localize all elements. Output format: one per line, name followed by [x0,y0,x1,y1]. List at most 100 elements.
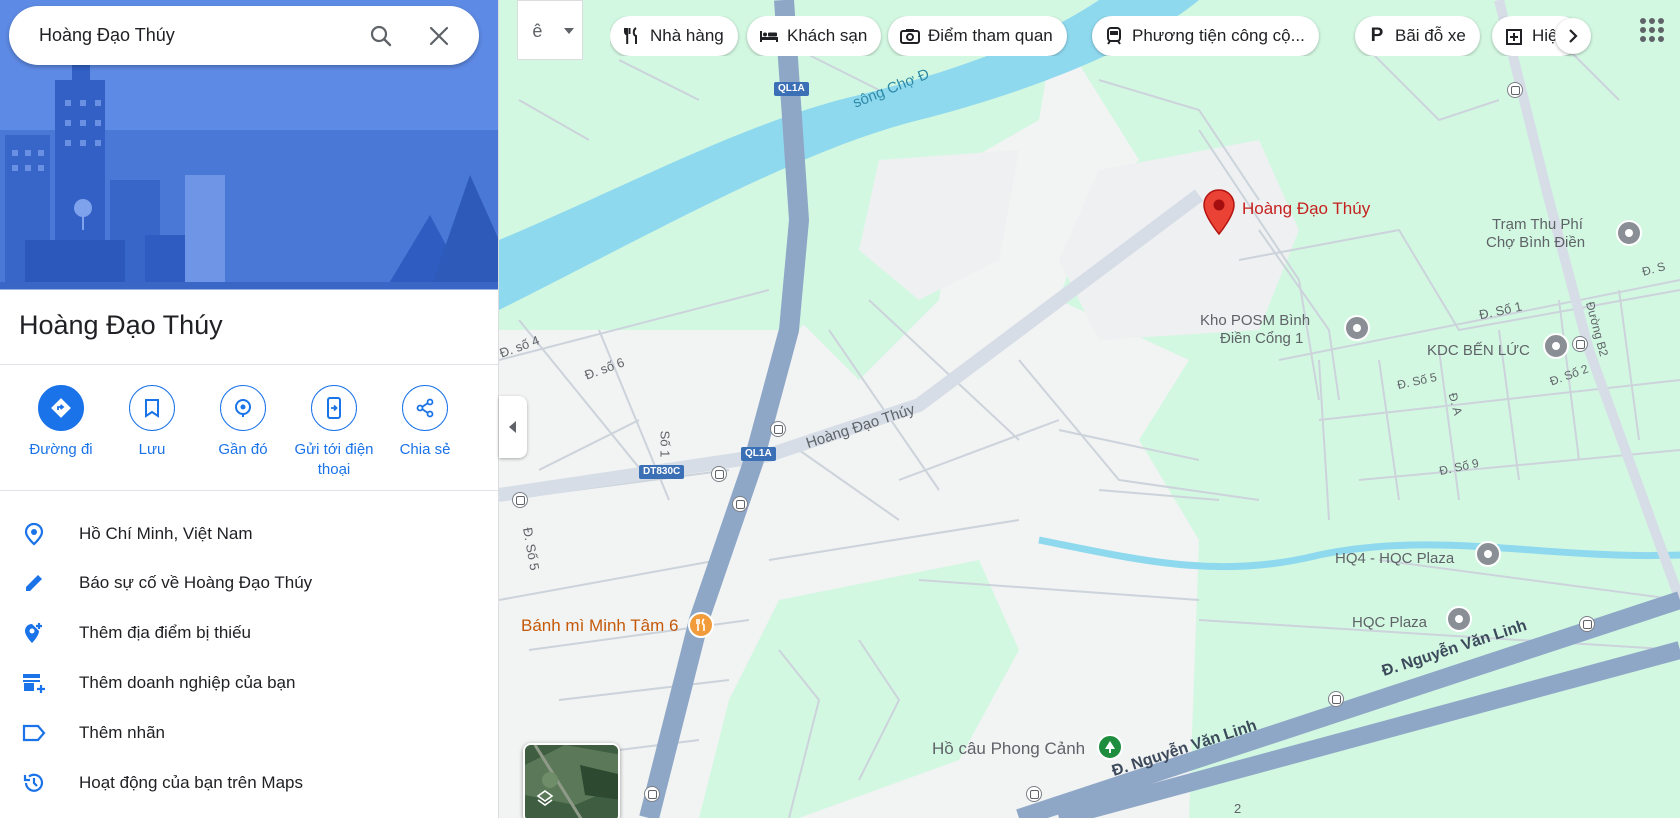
chip-transit[interactable]: Phương tiện công cộ... [1092,16,1319,56]
pin-label: Hoàng Đạo Thúy [1242,199,1371,218]
bus-stop-icon[interactable] [1507,82,1523,98]
layers-button[interactable] [523,743,620,818]
send-to-phone-button[interactable]: Gửi tới điện thoại [284,385,384,480]
chip-attractions[interactable]: Điểm tham quan [888,16,1067,56]
caret-left-icon [509,421,516,433]
highway-shield: QL1A [774,82,809,96]
chip-label: Nhà hàng [650,26,724,45]
chip-label: Phương tiện công cộ... [1132,26,1305,45]
poi-tram-label-line1: Trạm Thu Phí [1492,216,1583,233]
address-row[interactable]: Hồ Chí Minh, Việt Nam [0,514,498,554]
save-button[interactable]: Lưu [102,385,202,460]
share-icon [402,385,448,431]
poi-hqc-label: HQC Plaza [1352,614,1428,631]
search-icon[interactable] [366,21,396,51]
chip-hotels[interactable]: Khách sạn [747,16,882,56]
parking-icon: P [1370,25,1384,46]
restaurant-icon [622,26,642,46]
poi-marker-icon[interactable] [1616,220,1642,246]
chip-label: Điểm tham quan [928,26,1053,45]
bus-stop-icon[interactable] [512,492,528,508]
search-input[interactable] [39,25,359,46]
bus-stop-icon[interactable] [770,421,786,437]
poi-marker-icon[interactable] [1543,333,1569,359]
chip-label: Bãi đỗ xe [1395,26,1466,45]
location-pin-marker[interactable] [1202,188,1236,236]
park-marker-icon[interactable] [1097,734,1123,760]
input-tools-label: ê [532,20,543,41]
transit-icon [1104,26,1124,46]
save-label: Lưu [138,441,166,458]
satellite-thumbnail [525,745,618,818]
bus-stop-icon[interactable] [1572,336,1588,352]
nearby-label: Gần đó [218,441,268,458]
camera-icon [900,26,920,46]
place-panel: Hoàng Đạo Thúy Đường đi Lưu Gần đó Gửi t… [0,0,499,818]
directions-button[interactable]: Đường đi [11,385,111,460]
road-label-so1: Số 1 [657,430,673,458]
add-label-row[interactable]: Thêm nhãn [0,713,498,753]
poi-marker-icon[interactable] [1475,541,1501,567]
input-tools[interactable]: ê [517,0,583,60]
highway-shield: DT830C [639,465,685,479]
poi-tram-label-line2: Chợ Bình Điền [1486,234,1586,251]
poi-kho-label-line2: Điền Cổng 1 [1220,330,1304,347]
phone-icon [311,385,357,431]
activity-row[interactable]: Hoạt động của bạn trên Maps [0,763,498,803]
bus-stop-icon[interactable] [711,466,727,482]
map-base [499,0,1680,818]
poi-kho-label-line1: Kho POSM Bình [1200,312,1311,329]
divider [0,364,498,365]
divider [0,490,498,491]
poi-marker-icon[interactable] [1446,606,1472,632]
directions-icon [38,385,84,431]
bus-stop-icon[interactable] [644,786,660,802]
bus-stop-icon[interactable] [1328,691,1344,707]
location-pin-icon [20,520,48,548]
history-icon [20,769,48,797]
collapse-panel-button[interactable] [499,396,527,458]
nearby-icon [220,385,266,431]
category-chips: Nhà hàng Khách sạn Điểm tham quan Phương… [610,16,1605,56]
google-apps-button[interactable] [1636,14,1668,46]
chip-label: Khách sạn [787,26,868,45]
add-label-text: Thêm nhãn [79,723,165,742]
apps-grid-icon [1640,18,1664,42]
bus-stop-icon[interactable] [1026,786,1042,802]
add-missing-place-row[interactable]: Thêm địa điểm bị thiếu [0,613,498,653]
poi-marker-icon[interactable] [1344,315,1370,341]
chevron-down-icon[interactable] [557,1,582,61]
poi-banhmi-label: Bánh mì Minh Tâm 6 [521,616,679,635]
share-label: Chia sẻ [399,441,451,458]
activity-text: Hoạt động của bạn trên Maps [79,773,303,792]
report-issue-row[interactable]: Báo sự cố về Hoàng Đạo Thúy [0,563,498,603]
bookmark-icon [129,385,175,431]
page-title: Hoàng Đạo Thúy [19,310,223,340]
chevron-right-icon [1569,29,1578,43]
close-icon[interactable] [424,21,454,51]
map-canvas[interactable]: sông Chợ Đ Hoàng Đạo Thúy Đ. số 4 Đ. số … [499,0,1680,818]
poi-hq4-label: HQ4 - HQC Plaza [1335,550,1455,567]
pencil-icon [20,569,48,597]
add-location-icon [20,619,48,647]
report-issue-text: Báo sự cố về Hoàng Đạo Thúy [79,573,313,592]
poi-hocau-label: Hồ câu Phong Cảnh [932,739,1086,758]
hotel-icon [759,26,779,46]
restaurant-marker-icon[interactable] [688,612,714,638]
chip-restaurants[interactable]: Nhà hàng [610,16,738,56]
directions-label: Đường đi [29,441,93,458]
poi-kdc-label: KDC BẾN LỨC [1427,342,1530,359]
pharmacy-icon [1504,26,1524,46]
bus-stop-icon[interactable] [1579,616,1595,632]
bus-stop-icon[interactable] [732,496,748,512]
add-business-row[interactable]: Thêm doanh nghiệp của bạn [0,663,498,703]
label-icon [20,719,48,747]
share-button[interactable]: Chia sẻ [375,385,475,460]
road-number-label: 2 [1234,801,1242,816]
chips-next-button[interactable] [1555,18,1591,54]
nearby-button[interactable]: Gần đó [193,385,293,460]
chip-parking[interactable]: P Bãi đỗ xe [1355,16,1480,56]
add-business-icon [20,669,48,697]
add-missing-place-text: Thêm địa điểm bị thiếu [79,623,251,642]
add-business-text: Thêm doanh nghiệp của bạn [79,673,296,692]
